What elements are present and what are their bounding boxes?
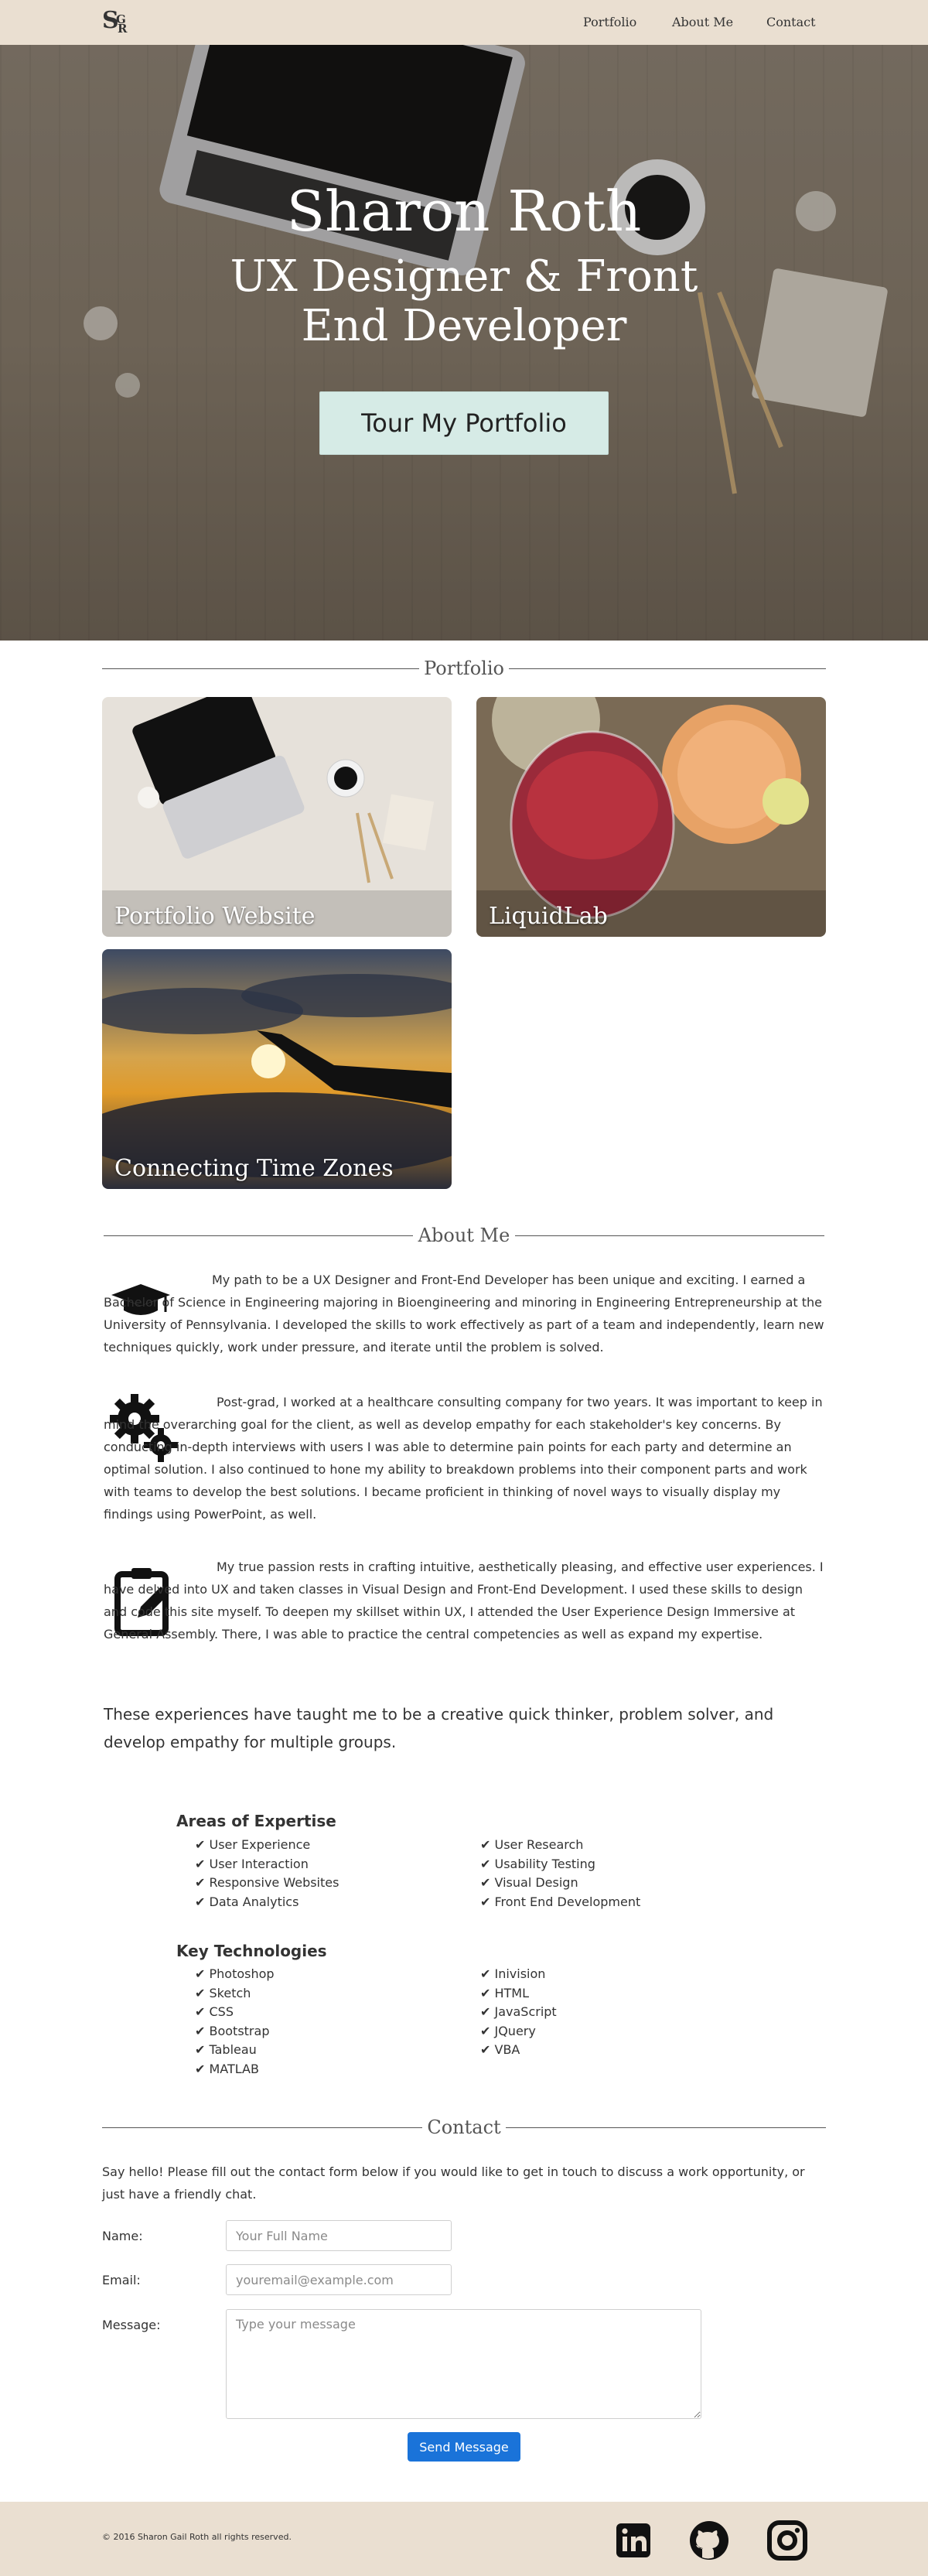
list-item: ✔ Responsive Websites <box>195 1875 339 1891</box>
site-logo[interactable]: S G R <box>102 8 136 37</box>
list-item: ✔ Data Analytics <box>195 1894 299 1909</box>
logo-letter-r: R <box>118 22 128 36</box>
nav-link-about[interactable]: About Me <box>672 0 733 45</box>
send-message-button[interactable]: Send Message <box>408 2432 520 2462</box>
expertise-list-left: ✔ User Experience ✔ User Interaction ✔ R… <box>195 1836 339 1912</box>
name-label: Name: <box>102 2229 143 2243</box>
contact-heading-text: Contact <box>427 2116 501 2138</box>
list-item: ✔ Inivision <box>480 1966 546 1981</box>
email-field[interactable] <box>226 2264 452 2295</box>
about-summary: These experiences have taught me to be a… <box>104 1705 774 1751</box>
about-ux-block: My true passion rests in crafting intuit… <box>104 1556 824 1672</box>
portfolio-heading: Portfolio <box>102 653 826 684</box>
github-icon[interactable] <box>689 2520 729 2561</box>
list-item: ✔ MATLAB <box>195 2061 259 2076</box>
tour-portfolio-button[interactable]: Tour My Portfolio <box>319 391 609 455</box>
site-footer: © 2016 Sharon Gail Roth all rights reser… <box>0 2502 928 2576</box>
hero-title: Sharon Roth <box>286 179 642 244</box>
hero-subtitle: UX Designer & Front End Developer <box>230 251 698 351</box>
list-item: ✔ CSS <box>195 2004 234 2020</box>
top-navbar: S G R Portfolio About Me Contact <box>0 0 928 45</box>
about-paragraph-consulting: Post-grad, I worked at a healthcare cons… <box>104 1395 823 1522</box>
name-field[interactable] <box>226 2220 452 2251</box>
technologies-list-left: ✔ Photoshop ✔ Sketch ✔ CSS ✔ Bootstrap ✔… <box>195 1965 275 2079</box>
list-item: ✔ User Interaction <box>195 1856 309 1871</box>
message-field[interactable] <box>226 2309 701 2419</box>
list-item: ✔ Front End Development <box>480 1894 641 1909</box>
portfolio-heading-text: Portfolio <box>424 658 504 679</box>
nav-link-contact[interactable]: Contact <box>766 0 816 45</box>
list-item: ✔ VBA <box>480 2042 520 2058</box>
linkedin-icon[interactable] <box>615 2522 652 2559</box>
email-label: Email: <box>102 2273 141 2287</box>
expertise-heading: Areas of Expertise <box>176 1812 336 1830</box>
message-label: Message: <box>102 2318 161 2332</box>
list-item: ✔ Sketch <box>195 1985 251 2000</box>
list-item: ✔ Usability Testing <box>480 1856 595 1871</box>
technologies-heading: Key Technologies <box>176 1942 327 1960</box>
contact-heading: Contact <box>102 2112 826 2143</box>
hero-banner: Sharon Roth UX Designer & Front End Deve… <box>0 45 928 641</box>
portfolio-card-title: Portfolio Website <box>114 903 316 930</box>
portfolio-card-title: Connecting Time Zones <box>114 1155 394 1182</box>
about-consulting-block: Post-grad, I worked at a healthcare cons… <box>104 1391 824 1530</box>
contact-intro: Say hello! Please fill out the contact f… <box>102 2164 805 2202</box>
technologies-list-right: ✔ Inivision ✔ HTML ✔ JavaScript ✔ JQuery… <box>480 1965 557 2060</box>
about-heading: About Me <box>104 1220 824 1251</box>
list-item: ✔ JQuery <box>480 2023 536 2038</box>
list-item: ✔ Tableau <box>195 2042 257 2058</box>
list-item: ✔ User Research <box>480 1837 584 1852</box>
portfolio-card-website[interactable]: Portfolio Website <box>102 697 452 937</box>
portfolio-card-title: LiquidLab <box>489 903 608 930</box>
expertise-list-right: ✔ User Research ✔ Usability Testing ✔ Vi… <box>480 1836 640 1912</box>
instagram-icon[interactable] <box>767 2520 807 2561</box>
about-heading-text: About Me <box>418 1225 510 1246</box>
nav-link-portfolio[interactable]: Portfolio <box>583 0 636 45</box>
list-item: ✔ User Experience <box>195 1837 311 1852</box>
about-paragraph-ux: My true passion rests in crafting intuit… <box>104 1560 824 1642</box>
about-paragraph-education: My path to be a UX Designer and Front-En… <box>104 1273 824 1355</box>
portfolio-card-liquidlab[interactable]: LiquidLab <box>476 697 826 937</box>
list-item: ✔ HTML <box>480 1985 530 2000</box>
list-item: ✔ Visual Design <box>480 1875 578 1891</box>
about-education-block: My path to be a UX Designer and Front-En… <box>104 1269 824 1361</box>
list-item: ✔ Photoshop <box>195 1966 275 1981</box>
list-item: ✔ Bootstrap <box>195 2023 270 2038</box>
copyright-text: © 2016 Sharon Gail Roth all rights reser… <box>102 2532 292 2542</box>
portfolio-card-time-zones[interactable]: Connecting Time Zones <box>102 949 452 1189</box>
list-item: ✔ JavaScript <box>480 2004 557 2020</box>
